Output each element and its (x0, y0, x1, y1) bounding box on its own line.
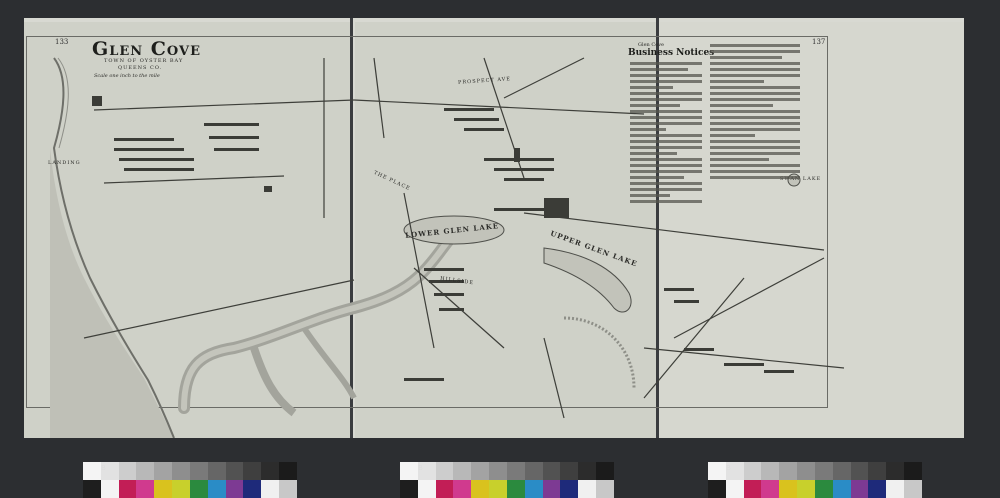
gray-swatch (506, 462, 525, 480)
gray-swatch (524, 462, 543, 480)
color-swatch (542, 480, 561, 498)
color-swatch (524, 480, 543, 498)
map-scale-note: Scale one inch to the mile (94, 73, 160, 79)
gray-swatch (207, 462, 226, 480)
color-swatch (261, 480, 280, 498)
gray-swatch (832, 462, 851, 480)
color-calibration-strip: B (400, 462, 614, 498)
gray-swatch (596, 462, 614, 480)
color-swatch (832, 480, 851, 498)
color-swatch (417, 480, 436, 498)
gray-swatch (83, 462, 101, 480)
gray-swatch (743, 462, 762, 480)
gray-swatch (560, 462, 579, 480)
color-swatch (779, 480, 798, 498)
color-swatch (886, 480, 905, 498)
gray-swatch (904, 462, 922, 480)
gray-swatch (189, 462, 208, 480)
gray-scale-row (83, 462, 297, 480)
color-swatch (172, 480, 190, 498)
gray-swatch (868, 462, 887, 480)
gray-swatch (453, 462, 472, 480)
gray-swatch (814, 462, 833, 480)
color-swatch (814, 480, 833, 498)
page-number-left: 133 (55, 38, 69, 46)
color-swatch (868, 480, 887, 498)
gray-swatch (279, 462, 297, 480)
gray-swatch (797, 462, 815, 480)
color-swatch (708, 480, 726, 498)
gray-swatch (225, 462, 244, 480)
color-swatch (189, 480, 208, 498)
color-swatch (207, 480, 226, 498)
color-swatch (904, 480, 922, 498)
strip-letter: B (726, 464, 731, 472)
business-notices-title: Business Notices (628, 48, 715, 58)
color-swatch (225, 480, 244, 498)
gray-swatch (172, 462, 190, 480)
gray-swatch (154, 462, 173, 480)
color-swatch (435, 480, 454, 498)
strip-letter: B (101, 464, 106, 472)
color-swatch (453, 480, 472, 498)
color-swatch (797, 480, 815, 498)
strip-letter: B (418, 464, 423, 472)
color-swatch (596, 480, 614, 498)
color-swatch (743, 480, 762, 498)
gray-swatch (761, 462, 780, 480)
gray-swatch (708, 462, 726, 480)
map-subtitle-town: TOWN OF OYSTER BAY (104, 58, 184, 64)
color-swatch (489, 480, 507, 498)
business-column-right (710, 44, 800, 182)
color-swatch (471, 480, 490, 498)
color-swatch (243, 480, 262, 498)
gray-swatch (850, 462, 869, 480)
creek (178, 234, 455, 414)
map-subtitle-county: QUEENS CO. (118, 65, 163, 71)
business-column-left (630, 62, 702, 206)
color-calibration-strip: B (83, 462, 297, 498)
gray-scale-row (400, 462, 614, 480)
gray-swatch (435, 462, 454, 480)
color-swatch (83, 480, 101, 498)
gray-swatch (400, 462, 418, 480)
color-swatch (850, 480, 869, 498)
page-number-right: 137 (812, 38, 826, 46)
color-patch-row (708, 480, 922, 498)
color-swatch (578, 480, 597, 498)
color-swatch (560, 480, 579, 498)
gray-swatch (779, 462, 798, 480)
gray-swatch (578, 462, 597, 480)
landing-label: LANDING (48, 160, 81, 166)
color-patch-row (400, 480, 614, 498)
gray-swatch (886, 462, 905, 480)
color-swatch (400, 480, 418, 498)
gray-swatch (243, 462, 262, 480)
color-swatch (136, 480, 155, 498)
map-title: Glen Cove (92, 38, 201, 60)
color-patch-row (83, 480, 297, 498)
gray-swatch (136, 462, 155, 480)
gray-swatch (489, 462, 507, 480)
color-swatch (761, 480, 780, 498)
gray-swatch (542, 462, 561, 480)
color-swatch (279, 480, 297, 498)
gray-scale-row (708, 462, 922, 480)
gray-swatch (471, 462, 490, 480)
color-swatch (154, 480, 173, 498)
color-swatch (506, 480, 525, 498)
gray-swatch (118, 462, 137, 480)
color-swatch (100, 480, 119, 498)
gray-swatch (261, 462, 280, 480)
color-swatch (118, 480, 137, 498)
color-calibration-strip: B (708, 462, 922, 498)
color-swatch (725, 480, 744, 498)
